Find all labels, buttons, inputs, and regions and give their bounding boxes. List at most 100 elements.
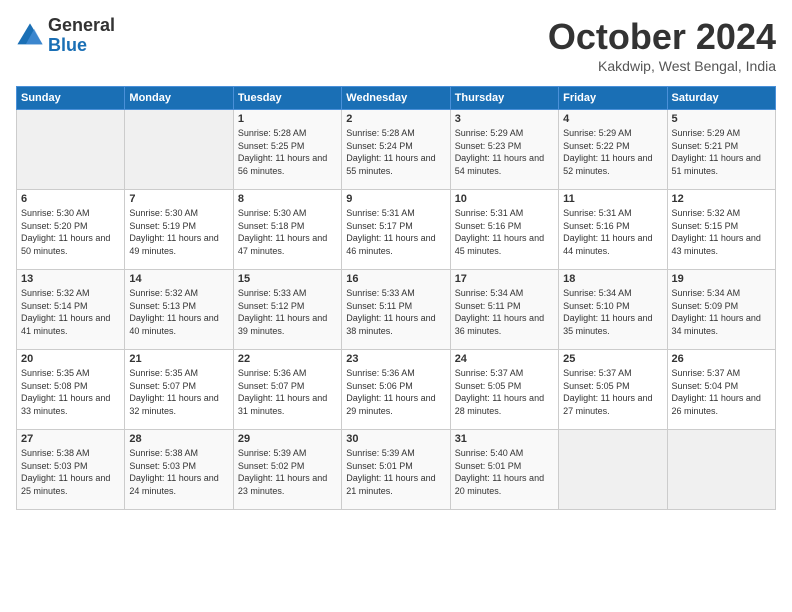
day-info: Sunrise: 5:34 AMSunset: 5:10 PMDaylight:…	[563, 287, 662, 337]
day-number: 17	[455, 273, 554, 285]
day-number: 25	[563, 353, 662, 365]
day-info: Sunrise: 5:30 AMSunset: 5:18 PMDaylight:…	[238, 207, 337, 257]
day-info: Sunrise: 5:29 AMSunset: 5:23 PMDaylight:…	[455, 127, 554, 177]
day-number: 30	[346, 433, 445, 445]
calendar-cell	[559, 430, 667, 510]
calendar-cell: 8 Sunrise: 5:30 AMSunset: 5:18 PMDaylight…	[233, 190, 341, 270]
day-info: Sunrise: 5:34 AMSunset: 5:09 PMDaylight:…	[672, 287, 771, 337]
day-number: 27	[21, 433, 120, 445]
day-info: Sunrise: 5:31 AMSunset: 5:16 PMDaylight:…	[563, 207, 662, 257]
day-info: Sunrise: 5:38 AMSunset: 5:03 PMDaylight:…	[21, 447, 120, 497]
weekday-header-monday: Monday	[125, 87, 233, 110]
calendar-cell: 5 Sunrise: 5:29 AMSunset: 5:21 PMDaylight…	[667, 110, 775, 190]
calendar-cell: 11 Sunrise: 5:31 AMSunset: 5:16 PMDayligh…	[559, 190, 667, 270]
day-number: 8	[238, 193, 337, 205]
day-info: Sunrise: 5:33 AMSunset: 5:11 PMDaylight:…	[346, 287, 445, 337]
day-number: 31	[455, 433, 554, 445]
day-number: 9	[346, 193, 445, 205]
day-info: Sunrise: 5:39 AMSunset: 5:01 PMDaylight:…	[346, 447, 445, 497]
calendar-cell: 17 Sunrise: 5:34 AMSunset: 5:11 PMDayligh…	[450, 270, 558, 350]
day-info: Sunrise: 5:31 AMSunset: 5:16 PMDaylight:…	[455, 207, 554, 257]
calendar-cell: 29 Sunrise: 5:39 AMSunset: 5:02 PMDayligh…	[233, 430, 341, 510]
calendar-cell: 31 Sunrise: 5:40 AMSunset: 5:01 PMDayligh…	[450, 430, 558, 510]
calendar-cell: 25 Sunrise: 5:37 AMSunset: 5:05 PMDayligh…	[559, 350, 667, 430]
calendar-cell: 30 Sunrise: 5:39 AMSunset: 5:01 PMDayligh…	[342, 430, 450, 510]
day-info: Sunrise: 5:32 AMSunset: 5:13 PMDaylight:…	[129, 287, 228, 337]
day-info: Sunrise: 5:29 AMSunset: 5:21 PMDaylight:…	[672, 127, 771, 177]
day-info: Sunrise: 5:37 AMSunset: 5:05 PMDaylight:…	[563, 367, 662, 417]
day-info: Sunrise: 5:29 AMSunset: 5:22 PMDaylight:…	[563, 127, 662, 177]
calendar-cell: 15Sunrise: 5:33 AMSunset: 5:12 PMDayligh…	[233, 270, 341, 350]
calendar-cell: 19 Sunrise: 5:34 AMSunset: 5:09 PMDayligh…	[667, 270, 775, 350]
calendar-cell: 4Sunrise: 5:29 AMSunset: 5:22 PMDaylight…	[559, 110, 667, 190]
logo-icon	[16, 22, 44, 50]
day-number: 7	[129, 193, 228, 205]
calendar-cell: 14 Sunrise: 5:32 AMSunset: 5:13 PMDayligh…	[125, 270, 233, 350]
day-info: Sunrise: 5:39 AMSunset: 5:02 PMDaylight:…	[238, 447, 337, 497]
calendar-cell: 22 Sunrise: 5:36 AMSunset: 5:07 PMDayligh…	[233, 350, 341, 430]
calendar-cell: 3 Sunrise: 5:29 AMSunset: 5:23 PMDaylight…	[450, 110, 558, 190]
day-info: Sunrise: 5:34 AMSunset: 5:11 PMDaylight:…	[455, 287, 554, 337]
calendar-cell: 26 Sunrise: 5:37 AMSunset: 5:04 PMDayligh…	[667, 350, 775, 430]
calendar-cell: 28 Sunrise: 5:38 AMSunset: 5:03 PMDayligh…	[125, 430, 233, 510]
calendar-cell: 16 Sunrise: 5:33 AMSunset: 5:11 PMDayligh…	[342, 270, 450, 350]
day-info: Sunrise: 5:30 AMSunset: 5:20 PMDaylight:…	[21, 207, 120, 257]
day-info: Sunrise: 5:37 AMSunset: 5:04 PMDaylight:…	[672, 367, 771, 417]
day-info: Sunrise: 5:36 AMSunset: 5:07 PMDaylight:…	[238, 367, 337, 417]
day-info: Sunrise: 5:40 AMSunset: 5:01 PMDaylight:…	[455, 447, 554, 497]
calendar-cell: 7 Sunrise: 5:30 AMSunset: 5:19 PMDaylight…	[125, 190, 233, 270]
logo-text: General Blue	[48, 16, 115, 56]
day-info: Sunrise: 5:36 AMSunset: 5:06 PMDaylight:…	[346, 367, 445, 417]
day-number: 18	[563, 273, 662, 285]
calendar-cell: 21 Sunrise: 5:35 AMSunset: 5:07 PMDayligh…	[125, 350, 233, 430]
day-number: 19	[672, 273, 771, 285]
calendar-cell: 24 Sunrise: 5:37 AMSunset: 5:05 PMDayligh…	[450, 350, 558, 430]
day-number: 13	[21, 273, 120, 285]
day-number: 23	[346, 353, 445, 365]
day-info: Sunrise: 5:35 AMSunset: 5:08 PMDaylight:…	[21, 367, 120, 417]
calendar-cell	[667, 430, 775, 510]
day-info: Sunrise: 5:28 AMSunset: 5:25 PMDaylight:…	[238, 127, 337, 177]
day-number: 28	[129, 433, 228, 445]
day-info: Sunrise: 5:30 AMSunset: 5:19 PMDaylight:…	[129, 207, 228, 257]
calendar-table: SundayMondayTuesdayWednesdayThursdayFrid…	[16, 86, 776, 510]
day-info: Sunrise: 5:32 AMSunset: 5:14 PMDaylight:…	[21, 287, 120, 337]
day-number: 29	[238, 433, 337, 445]
calendar-cell: 18 Sunrise: 5:34 AMSunset: 5:10 PMDayligh…	[559, 270, 667, 350]
day-number: 24	[455, 353, 554, 365]
weekday-header-wednesday: Wednesday	[342, 87, 450, 110]
calendar-cell: 2Sunrise: 5:28 AMSunset: 5:24 PMDaylight…	[342, 110, 450, 190]
day-number: 6	[21, 193, 120, 205]
day-number: 11	[563, 193, 662, 205]
day-number: 22	[238, 353, 337, 365]
month-title: October 2024	[548, 16, 776, 58]
day-number: 16	[346, 273, 445, 285]
calendar-cell: 27 Sunrise: 5:38 AMSunset: 5:03 PMDayligh…	[17, 430, 125, 510]
calendar-cell: 23 Sunrise: 5:36 AMSunset: 5:06 PMDayligh…	[342, 350, 450, 430]
day-number: 15	[238, 273, 337, 285]
day-number: 21	[129, 353, 228, 365]
day-info: Sunrise: 5:32 AMSunset: 5:15 PMDaylight:…	[672, 207, 771, 257]
day-info: Sunrise: 5:31 AMSunset: 5:17 PMDaylight:…	[346, 207, 445, 257]
day-info: Sunrise: 5:38 AMSunset: 5:03 PMDaylight:…	[129, 447, 228, 497]
weekday-header-saturday: Saturday	[667, 87, 775, 110]
day-number: 3	[455, 113, 554, 125]
weekday-header-friday: Friday	[559, 87, 667, 110]
calendar-cell	[17, 110, 125, 190]
logo: General Blue	[16, 16, 115, 56]
day-info: Sunrise: 5:28 AMSunset: 5:24 PMDaylight:…	[346, 127, 445, 177]
day-number: 10	[455, 193, 554, 205]
day-number: 20	[21, 353, 120, 365]
day-number: 5	[672, 113, 771, 125]
day-number: 26	[672, 353, 771, 365]
day-info: Sunrise: 5:37 AMSunset: 5:05 PMDaylight:…	[455, 367, 554, 417]
calendar-cell: 9 Sunrise: 5:31 AMSunset: 5:17 PMDaylight…	[342, 190, 450, 270]
day-info: Sunrise: 5:35 AMSunset: 5:07 PMDaylight:…	[129, 367, 228, 417]
title-area: October 2024 Kakdwip, West Bengal, India	[548, 16, 776, 74]
calendar-cell: 10 Sunrise: 5:31 AMSunset: 5:16 PMDayligh…	[450, 190, 558, 270]
calendar-cell: 6 Sunrise: 5:30 AMSunset: 5:20 PMDaylight…	[17, 190, 125, 270]
calendar-cell: 13 Sunrise: 5:32 AMSunset: 5:14 PMDayligh…	[17, 270, 125, 350]
day-number: 14	[129, 273, 228, 285]
calendar-cell: 20 Sunrise: 5:35 AMSunset: 5:08 PMDayligh…	[17, 350, 125, 430]
location: Kakdwip, West Bengal, India	[548, 58, 776, 74]
